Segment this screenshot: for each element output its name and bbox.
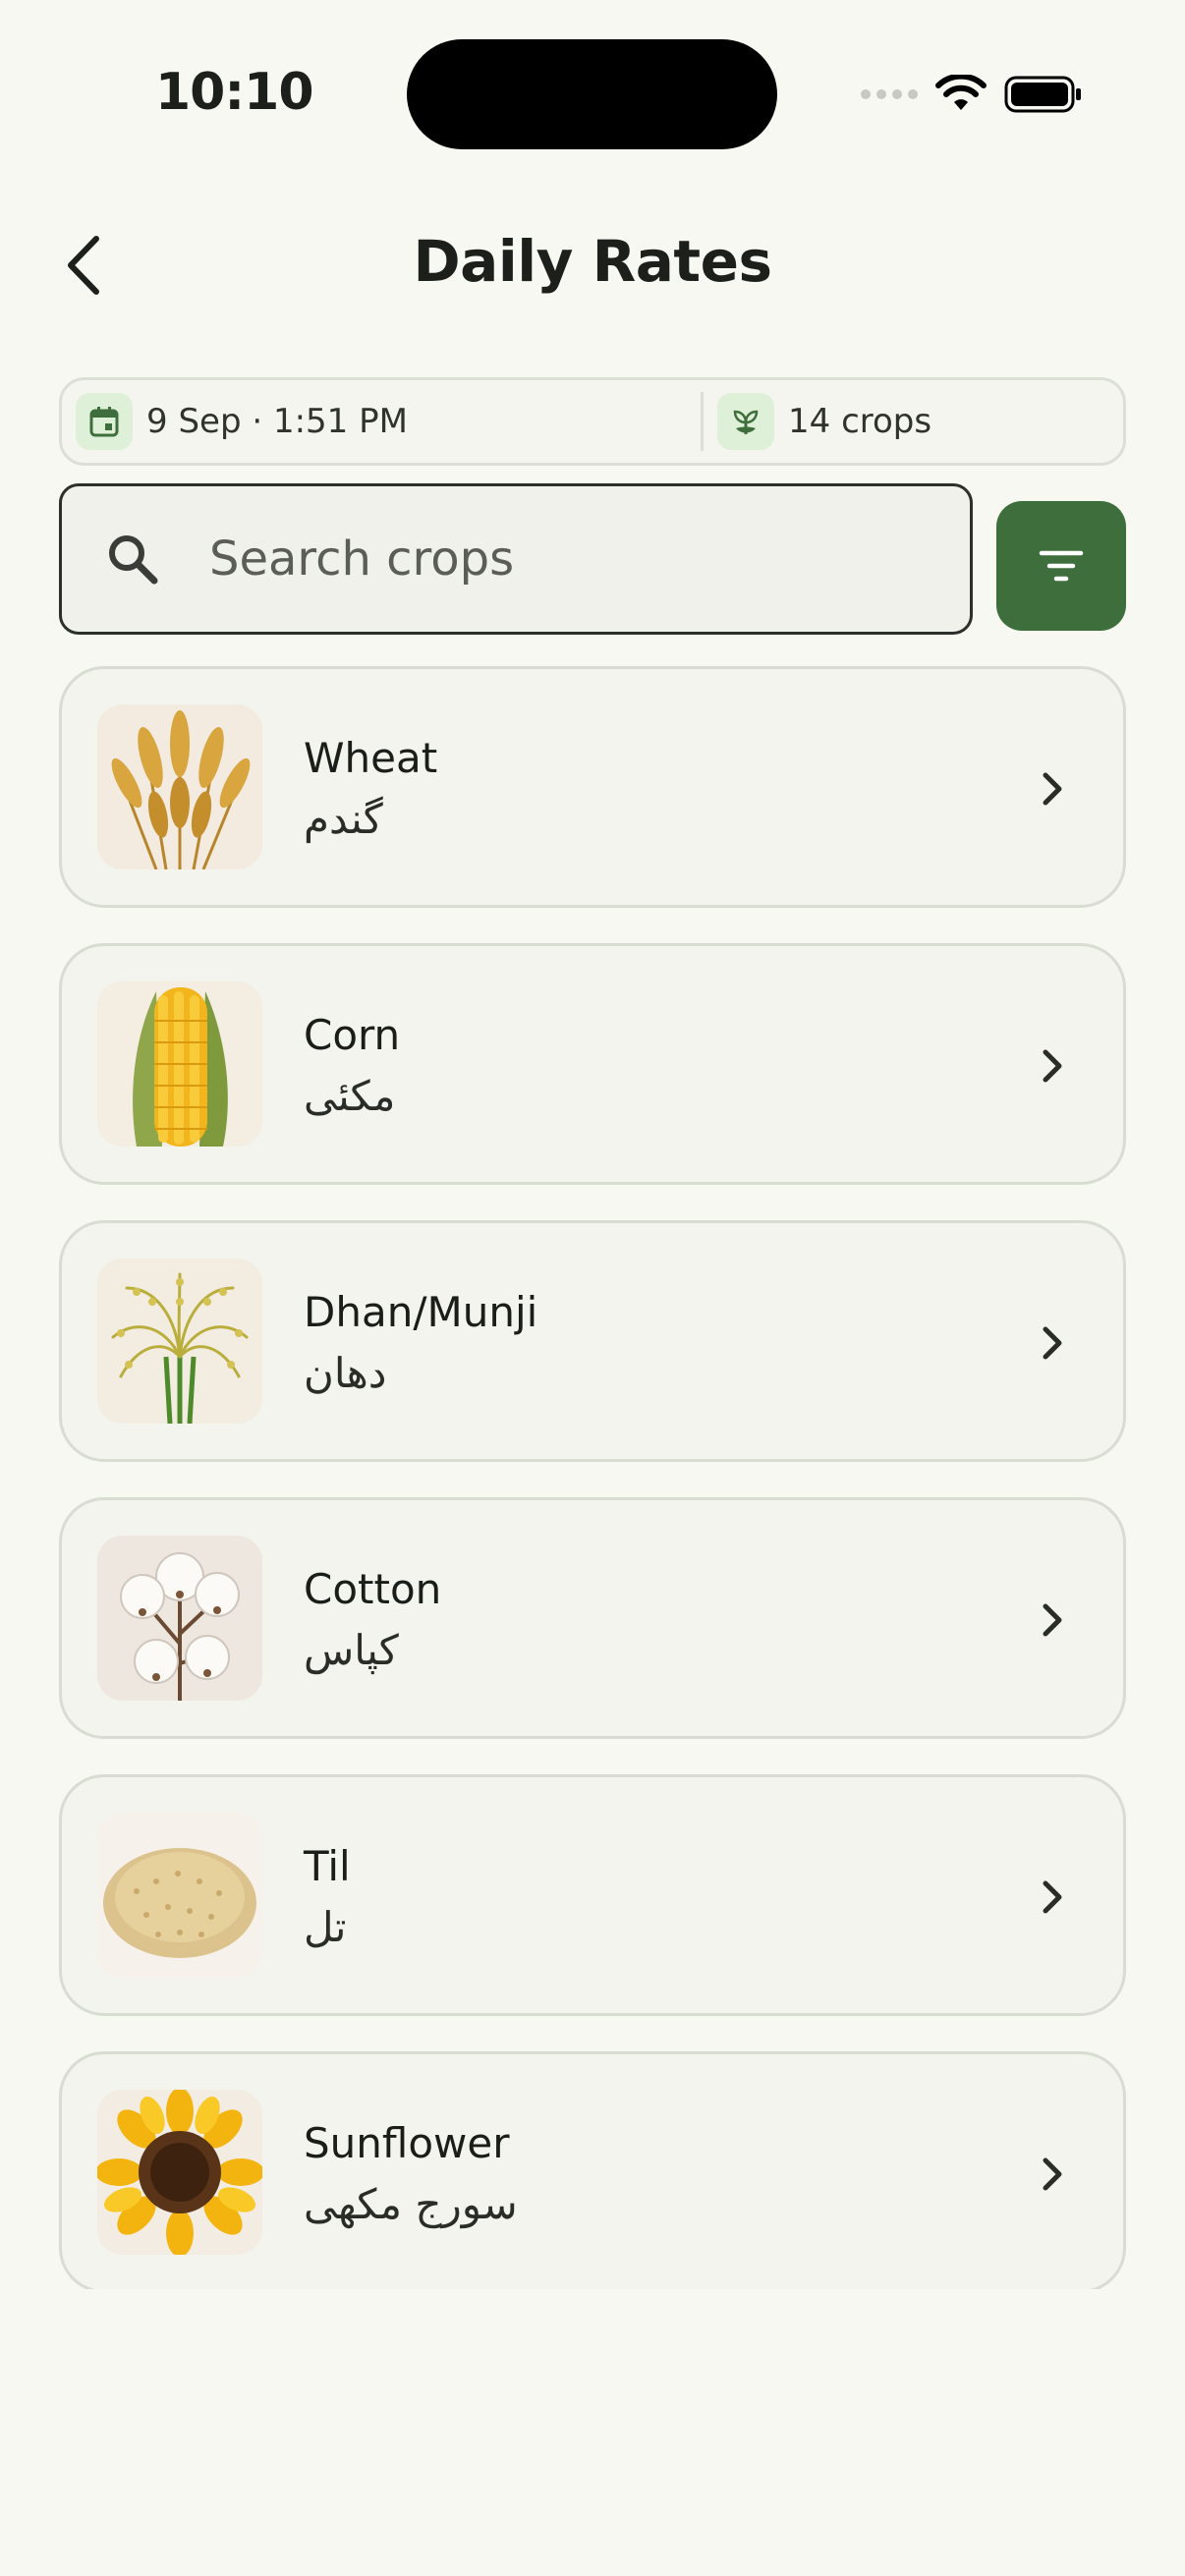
date-time-info: 9 Sep · 1:51 PM [62, 380, 701, 463]
dynamic-island [407, 39, 777, 149]
cotton-thumbnail [97, 1536, 262, 1701]
wifi-icon [935, 75, 987, 110]
sesame-thumbnail [97, 1813, 262, 1978]
filter-icon [1039, 550, 1084, 582]
crop-urdu-name: دھان [304, 1349, 387, 1397]
search-input[interactable] [209, 532, 897, 587]
crop-card-til[interactable]: Til تل [59, 1774, 1126, 2016]
search-box[interactable] [59, 483, 973, 635]
crop-name: Til [304, 1842, 351, 1890]
page-title: Daily Rates [413, 228, 772, 295]
crop-card-cotton[interactable]: Cotton کپاس [59, 1497, 1126, 1739]
sprout-icon [717, 393, 774, 450]
chevron-right-icon [1033, 765, 1072, 812]
search-icon [103, 530, 162, 588]
crop-card-wheat[interactable]: Wheat گندم [59, 666, 1126, 908]
crop-name: Sunflower [304, 2119, 510, 2167]
crop-count-info: 14 crops [704, 380, 931, 463]
crop-name: Corn [304, 1011, 401, 1059]
app-screen: 10:10 Daily Rates 9 Sep · 1:51 PM 14 cro… [0, 0, 1185, 2576]
crop-urdu-name: گندم [304, 795, 383, 843]
crop-count-text: 14 crops [788, 402, 932, 441]
status-icons [861, 75, 1083, 114]
crop-card-dhan-munji[interactable]: Dhan/Munji دھان [59, 1220, 1126, 1462]
crop-card-corn[interactable]: Corn مکئی [59, 943, 1126, 1185]
crop-list: Wheat گندم Corn مکئی Dhan/Munji دھان Cot… [59, 666, 1126, 2289]
crop-urdu-name: سورج مکھی [304, 2180, 518, 2228]
chevron-right-icon [1033, 1874, 1072, 1921]
crop-name: Wheat [304, 734, 438, 782]
calendar-icon [76, 393, 133, 450]
battery-icon [1004, 76, 1081, 113]
crop-name: Cotton [304, 1565, 442, 1613]
info-bar: 9 Sep · 1:51 PM 14 crops [59, 377, 1126, 466]
date-time-text: 9 Sep · 1:51 PM [146, 402, 408, 441]
rice-thumbnail [97, 1259, 262, 1424]
crop-urdu-name: تل [304, 1903, 347, 1951]
crop-name: Dhan/Munji [304, 1288, 538, 1336]
chevron-right-icon [1033, 2151, 1072, 2198]
chevron-right-icon [1033, 1319, 1072, 1367]
chevron-right-icon [1033, 1596, 1072, 1644]
wheat-thumbnail [97, 704, 262, 869]
crop-urdu-name: کپاس [304, 1626, 399, 1674]
chevron-right-icon [1033, 1042, 1072, 1090]
status-time: 10:10 [155, 63, 314, 122]
sunflower-thumbnail [97, 2090, 262, 2255]
filter-button[interactable] [996, 501, 1126, 631]
crop-card-sunflower[interactable]: Sunflower سورج مکھی [59, 2051, 1126, 2289]
corn-thumbnail [97, 981, 262, 1147]
crop-urdu-name: مکئی [304, 1072, 396, 1120]
cellular-signal-icon [861, 89, 918, 99]
